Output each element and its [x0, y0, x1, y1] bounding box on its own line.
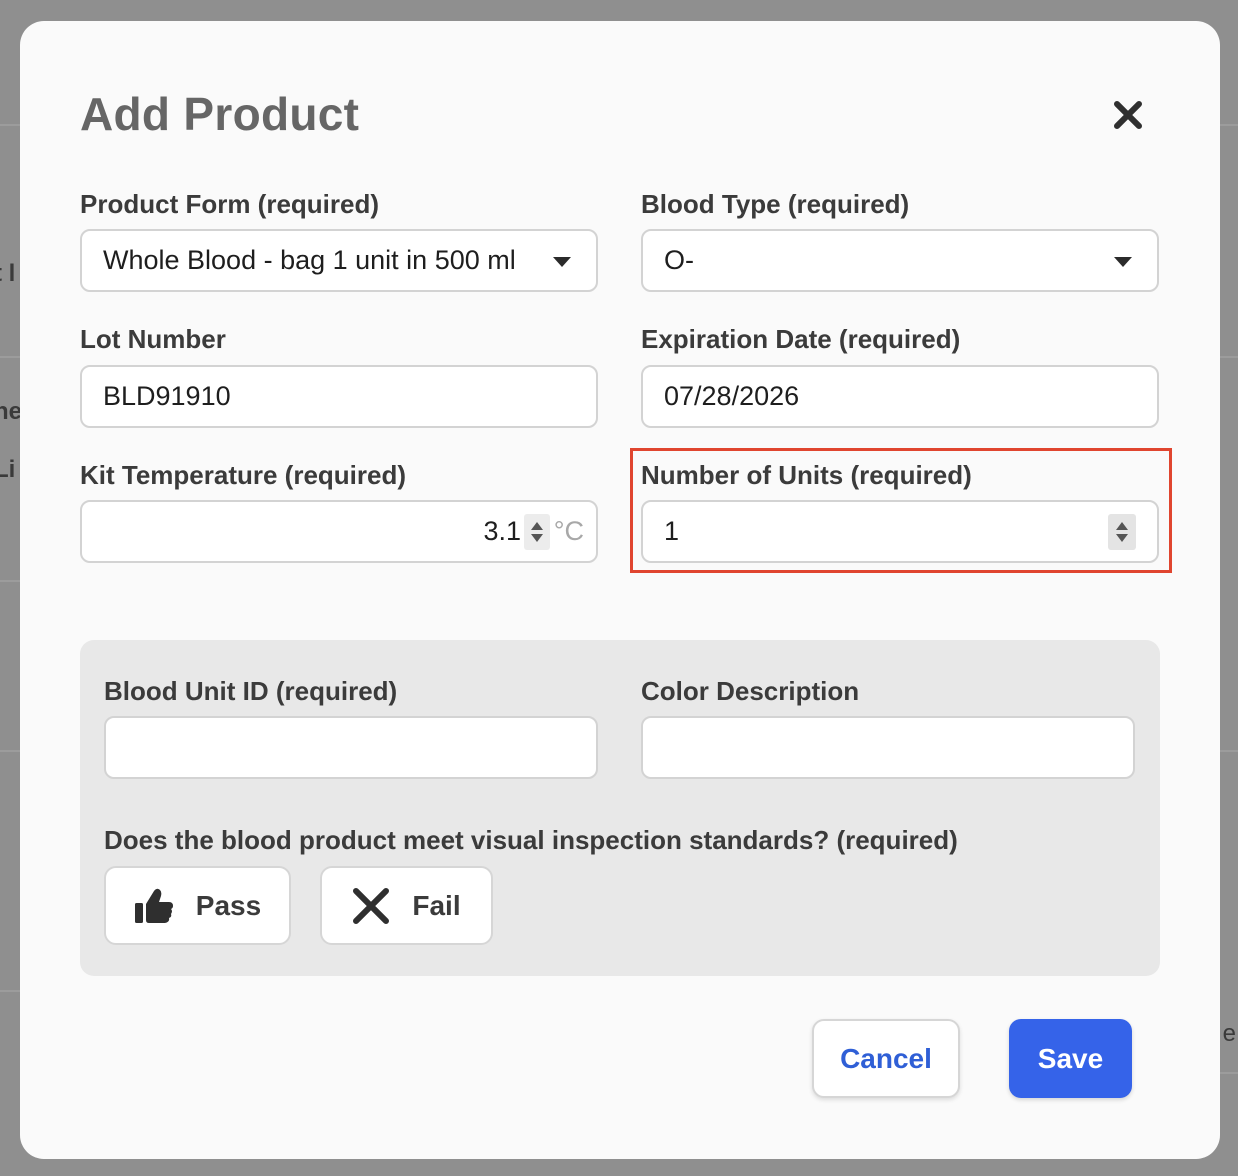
modal-title: Add Product	[80, 88, 360, 140]
x-icon	[353, 887, 390, 924]
background-text: e	[1222, 1020, 1236, 1047]
cancel-button[interactable]: Cancel	[812, 1019, 960, 1098]
number-of-units-label: Number of Units (required)	[641, 460, 972, 490]
kit-temperature-label: Kit Temperature (required)	[80, 460, 407, 490]
pass-label: Pass	[195, 889, 262, 921]
product-form-select[interactable]: Whole Blood - bag 1 unit in 500 ml	[80, 229, 598, 292]
product-form-value: Whole Blood - bag 1 unit in 500 ml	[103, 245, 516, 275]
background-divider	[0, 356, 20, 358]
fail-button[interactable]: Fail	[320, 866, 493, 945]
number-of-units-value: 1	[664, 516, 680, 546]
background-divider	[0, 580, 20, 582]
lot-number-value: BLD91910	[103, 381, 231, 411]
color-description-label: Color Description	[641, 676, 860, 706]
expiration-date-value: 07/28/2026	[664, 381, 800, 411]
blood-type-select[interactable]: O-	[641, 229, 1159, 292]
background-divider	[1220, 1072, 1238, 1074]
background-divider	[0, 990, 20, 992]
chevron-down-icon	[553, 257, 571, 267]
background-divider	[1220, 356, 1238, 358]
blood-type-label: Blood Type (required)	[641, 189, 910, 219]
kit-temperature-unit: °C	[553, 516, 584, 546]
fail-label: Fail	[412, 889, 461, 921]
inspection-question: Does the blood product meet visual inspe…	[104, 825, 958, 855]
stepper-up-icon	[1116, 522, 1128, 530]
background-text: ne	[0, 398, 23, 425]
number-of-units-input[interactable]: 1	[641, 500, 1159, 563]
color-description-input[interactable]	[641, 716, 1135, 779]
blood-unit-id-input[interactable]	[104, 716, 598, 779]
product-form-label: Product Form (required)	[80, 189, 380, 219]
stepper-down-icon	[531, 534, 543, 542]
background-divider	[0, 750, 20, 752]
blood-type-value: O-	[664, 245, 694, 275]
background-divider	[0, 124, 20, 126]
stepper-down-icon	[1116, 534, 1128, 542]
number-of-units-stepper[interactable]	[1108, 514, 1136, 550]
blood-unit-id-label: Blood Unit ID (required)	[104, 676, 398, 706]
kit-temperature-value: 3.1	[483, 516, 521, 546]
close-button[interactable]	[1108, 95, 1148, 135]
expiration-date-input[interactable]: 07/28/2026	[641, 365, 1159, 428]
chevron-down-icon	[1114, 257, 1132, 267]
background-divider	[1220, 750, 1238, 752]
kit-temperature-stepper[interactable]	[524, 514, 550, 550]
background-divider	[1220, 124, 1238, 126]
close-x-icon	[1114, 101, 1142, 129]
stepper-up-icon	[531, 522, 543, 530]
lot-number-input[interactable]: BLD91910	[80, 365, 598, 428]
thumbs-up-icon	[134, 888, 173, 923]
background-text: Li	[0, 456, 16, 483]
expiration-date-label: Expiration Date (required)	[641, 324, 961, 354]
background-text: t l	[0, 260, 16, 287]
kit-temperature-input[interactable]: 3.1 °C	[80, 500, 598, 563]
lot-number-label: Lot Number	[80, 324, 226, 354]
pass-button[interactable]: Pass	[104, 866, 291, 945]
save-button[interactable]: Save	[1009, 1019, 1132, 1098]
add-product-modal: Add Product Product Form (required) Whol…	[20, 21, 1220, 1159]
